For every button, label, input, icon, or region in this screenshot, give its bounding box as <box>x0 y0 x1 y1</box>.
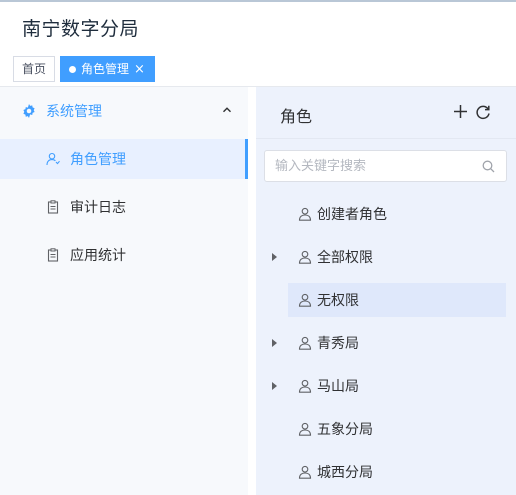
sidebar-item-role-management[interactable]: 角色管理 <box>0 139 248 179</box>
sidebar-group-system[interactable]: 系统管理 <box>0 87 248 135</box>
active-dot-icon <box>69 65 77 73</box>
gear-icon <box>23 104 35 118</box>
user-icon <box>298 336 312 350</box>
panel-header: 角色 <box>256 87 516 139</box>
sidebar-item-app-stats[interactable]: 应用统计 <box>0 235 248 275</box>
panel-title: 角色 <box>280 107 313 126</box>
caret-right-icon[interactable] <box>272 382 277 390</box>
user-icon <box>298 422 312 436</box>
tab-home[interactable]: 首页 <box>13 56 56 82</box>
tree-node[interactable]: 马山局 <box>272 369 506 403</box>
sidebar-item-label: 审计日志 <box>70 200 126 216</box>
tree-node-label: 五象分局 <box>317 422 373 438</box>
search-icon[interactable] <box>482 160 495 173</box>
tree-node-label: 全部权限 <box>317 250 373 266</box>
tree-node-label: 无权限 <box>317 293 359 309</box>
document-icon <box>47 248 59 262</box>
user-icon <box>298 379 312 393</box>
tree-node[interactable]: 创建者角色 <box>288 197 506 231</box>
tree-node-label: 马山局 <box>317 379 359 395</box>
sidebar-item-audit-log[interactable]: 审计日志 <box>0 187 248 227</box>
close-icon[interactable]: × <box>134 63 145 76</box>
caret-right-icon[interactable] <box>272 339 277 347</box>
role-panel: 角色 创建者角色全部权限无权限青秀局马山局五象分局城西分局 <box>256 87 516 495</box>
tab-bar: 首页 角色管理 × <box>13 56 155 82</box>
tree-node[interactable]: 城西分局 <box>288 455 506 489</box>
search-field[interactable] <box>264 150 507 182</box>
user-icon <box>298 465 312 479</box>
sidebar-group-label: 系统管理 <box>46 104 102 120</box>
search-input[interactable] <box>275 157 475 175</box>
refresh-icon[interactable] <box>475 104 491 120</box>
role-icon <box>46 152 60 166</box>
caret-right-icon[interactable] <box>272 253 277 261</box>
user-icon <box>298 207 312 221</box>
tree-node[interactable]: 无权限 <box>288 283 506 317</box>
tree-node-label: 城西分局 <box>317 465 373 481</box>
sidebar-item-label: 角色管理 <box>70 152 126 168</box>
app-title: 南宁数字分局 <box>22 18 140 40</box>
document-icon <box>47 200 59 214</box>
top-border <box>0 0 516 2</box>
tree-node[interactable]: 五象分局 <box>288 412 506 446</box>
sidebar: 系统管理 角色管理 审计日志 应用统计 <box>0 87 248 495</box>
tree-node-label: 青秀局 <box>317 336 359 352</box>
add-icon[interactable] <box>453 104 468 119</box>
chevron-up-icon[interactable] <box>222 105 232 115</box>
user-icon <box>298 293 312 307</box>
user-icon <box>298 250 312 264</box>
tree-node[interactable]: 全部权限 <box>272 240 506 274</box>
tree-node[interactable]: 青秀局 <box>272 326 506 360</box>
tab-role-management[interactable]: 角色管理 × <box>60 56 155 82</box>
tab-label: 角色管理 <box>81 62 130 76</box>
sidebar-item-label: 应用统计 <box>70 248 126 264</box>
tree-node-label: 创建者角色 <box>317 207 387 223</box>
